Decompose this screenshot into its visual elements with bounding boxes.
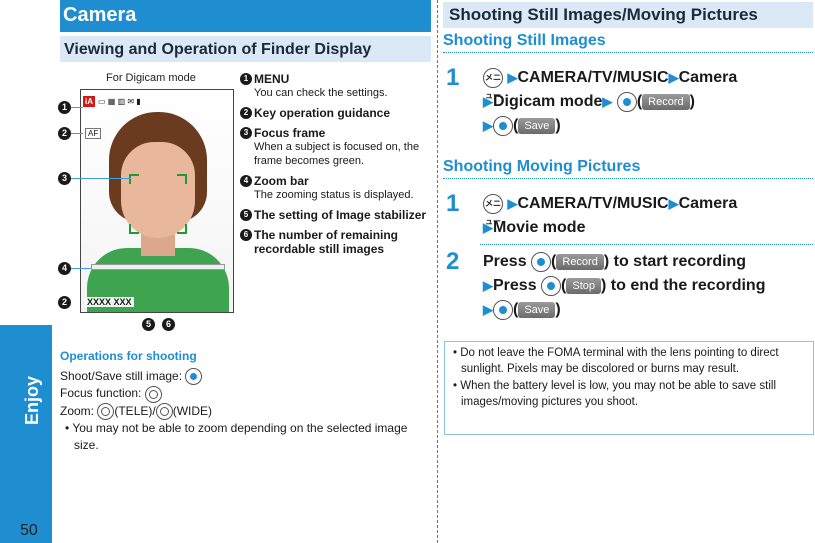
center-key-icon — [493, 115, 513, 136]
leader-line — [71, 178, 131, 179]
marker-6: 6 — [162, 318, 175, 331]
center-key-icon — [185, 368, 203, 386]
record-softkey: Record — [556, 253, 604, 270]
caution-notes: • Do not leave the FOMA terminal with th… — [444, 341, 814, 435]
record-softkey: Record — [642, 93, 690, 110]
key-guide-text: AF — [88, 129, 99, 138]
focus-row: Focus function: — [60, 385, 430, 403]
operations-heading: Operations for shooting — [60, 349, 197, 363]
finder-display: iA ▭ ▦ ▥ ✉ ▮ AF XXXX XXX — [80, 89, 234, 313]
marker-2: 2 — [58, 127, 71, 140]
subsection-title: Viewing and Operation of Finder Display — [60, 34, 431, 62]
leader-line — [71, 107, 83, 108]
digicam-mode-label: For Digicam mode — [106, 72, 196, 84]
legend-item: 6 The number of remaining recordable stil… — [240, 228, 430, 256]
marker-5: 5 — [142, 318, 155, 331]
step-number: 2 — [446, 248, 460, 275]
leader-line — [71, 133, 83, 134]
column-divider — [437, 0, 438, 543]
finder-status-bar: iA ▭ ▦ ▥ ✉ ▮ — [83, 92, 233, 110]
stop-softkey: Stop — [566, 277, 602, 294]
note-item: • Do not leave the FOMA terminal with th… — [453, 347, 779, 375]
section-title: Camera — [60, 0, 431, 32]
key-guide-icon: AF — [85, 128, 102, 139]
right-title: Shooting Still Images/Moving Pictures — [443, 2, 813, 28]
legend-item: 3 Focus frame When a subject is focused o… — [240, 126, 430, 168]
marker-4: 4 — [58, 262, 71, 275]
note-item: • When the battery level is low, you may… — [453, 380, 776, 408]
legend-item: 1 MENU You can check the settings. — [240, 72, 430, 100]
page-number: 50 — [20, 522, 38, 539]
down-key-icon — [155, 402, 173, 420]
moving-heading: Shooting Moving Pictures — [443, 158, 813, 179]
marker-2b: 2 — [58, 296, 71, 309]
zoom-note: • You may not be able to zoom depending … — [65, 420, 408, 452]
finder-bottom-info: XXXX XXX — [85, 297, 134, 307]
finder-legend: 1 MENU You can check the settings. 2 Key o… — [240, 72, 430, 262]
focus-frame — [129, 174, 187, 234]
legend-item: 5 The setting of Image stabilizer — [240, 208, 430, 222]
save-softkey: Save — [518, 117, 556, 134]
side-tab-label: Enjoy — [22, 375, 42, 425]
leader-line — [71, 268, 91, 269]
marker-3: 3 — [58, 172, 71, 185]
step-number: 1 — [446, 190, 460, 217]
legend-item: 4 Zoom bar The zooming status is displaye… — [240, 174, 430, 202]
center-key-icon — [541, 275, 562, 296]
zoom-bar — [91, 264, 225, 270]
shoot-save-row: Shoot/Save still image: — [60, 368, 430, 386]
still-heading: Shooting Still Images — [443, 32, 813, 53]
still-step-1: 1 メニュー ▶CAMERA/TV/MUSIC▶Camera ▶Digicam … — [446, 64, 738, 136]
up-key-icon — [97, 402, 115, 420]
side-strip — [0, 0, 52, 325]
moving-step-2: 2 Press (Record) to start recording ▶Pre… — [446, 248, 766, 320]
save-softkey: Save — [518, 301, 556, 318]
step-number: 1 — [446, 64, 460, 91]
center-key-icon — [493, 299, 513, 320]
center-key-icon — [616, 91, 637, 112]
zoom-row: Zoom: (TELE)/(WIDE) — [60, 402, 430, 420]
legend-item: 2 Key operation guidance — [240, 106, 430, 120]
step-separator — [480, 244, 813, 245]
menu-icon: iA — [83, 95, 95, 107]
menu-key-icon: メニュー — [483, 193, 503, 226]
side-tab — [0, 325, 52, 543]
shooting-operations: Operations for shooting Shoot/Save still… — [60, 348, 430, 454]
moving-step-1: 1 メニュー ▶CAMERA/TV/MUSIC▶Camera ▶Movie mo… — [446, 190, 738, 237]
center-key-icon — [531, 251, 552, 272]
down-key-icon — [144, 385, 162, 403]
status-icons: ▭ ▦ ▥ ✉ ▮ — [98, 96, 141, 106]
menu-key-icon: メニュー — [483, 67, 503, 100]
marker-1: 1 — [58, 101, 71, 114]
